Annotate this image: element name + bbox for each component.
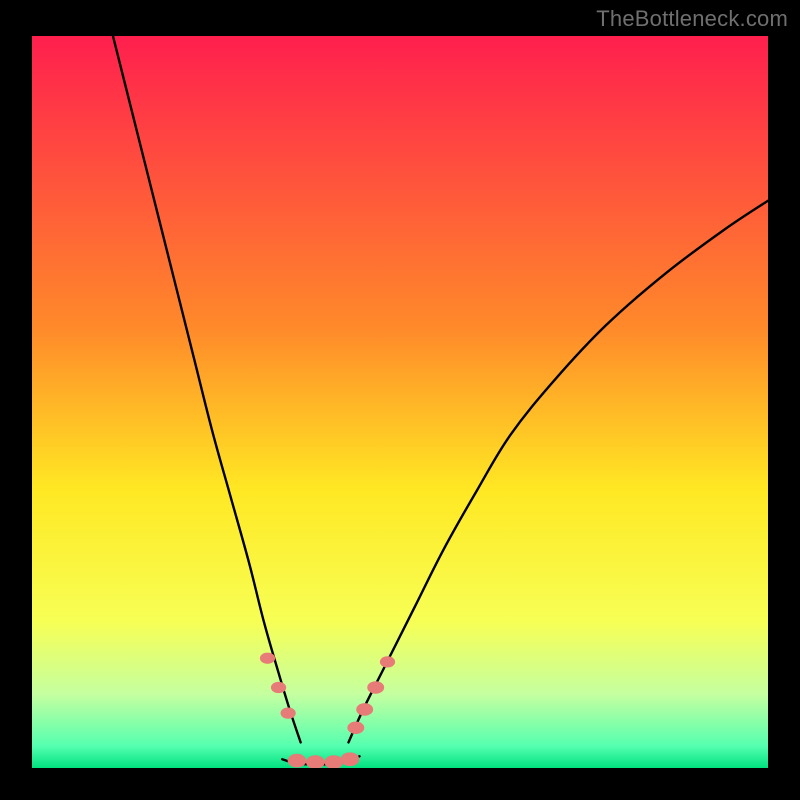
marker-floor-dot-b	[306, 755, 325, 769]
marker-floor-dot-a	[288, 754, 307, 768]
gradient-background	[32, 36, 768, 768]
chart-frame: TheBottleneck.com	[0, 0, 800, 800]
marker-left-dot-upper	[260, 653, 275, 664]
marker-floor-dot-d	[341, 752, 360, 766]
bottleneck-plot	[0, 0, 800, 800]
marker-right-dot-b	[356, 703, 373, 716]
watermark-text: TheBottleneck.com	[596, 6, 788, 32]
marker-right-dot-a	[347, 721, 364, 734]
marker-left-dot-lower	[281, 707, 296, 718]
marker-right-dot-c	[367, 681, 384, 694]
marker-right-dot-d	[380, 656, 395, 667]
marker-floor-dot-c	[324, 755, 343, 769]
marker-left-dot-mid	[271, 682, 286, 693]
